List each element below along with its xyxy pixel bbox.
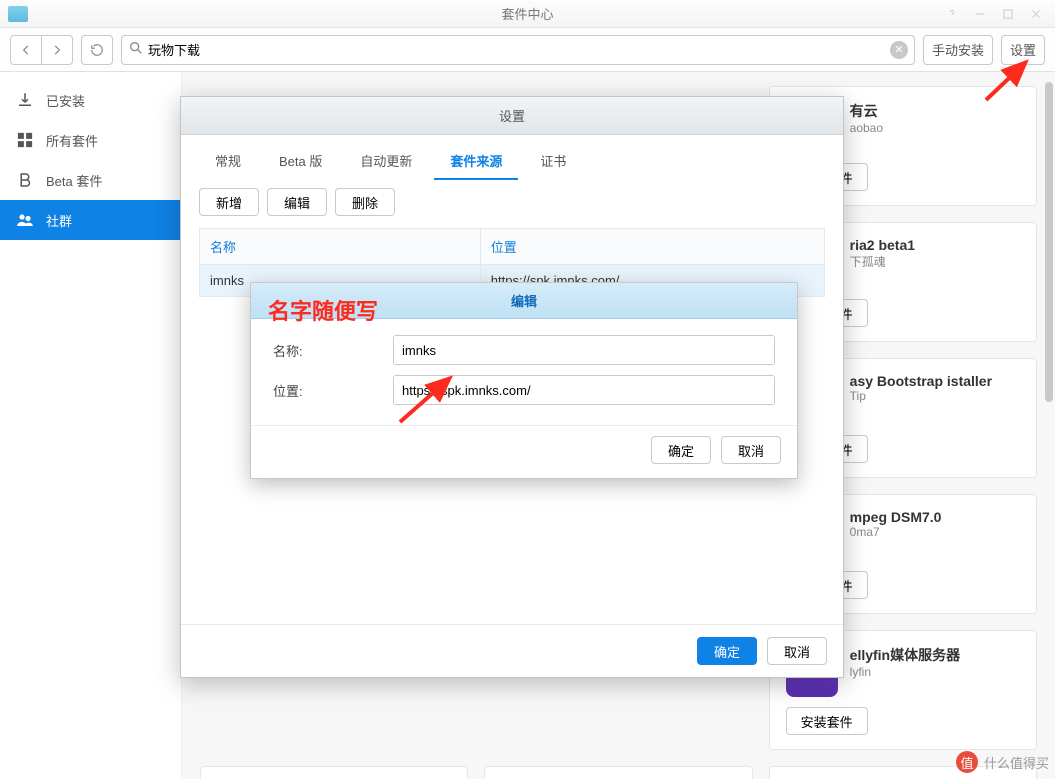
tab-source[interactable]: 套件来源 xyxy=(434,143,518,180)
back-button[interactable] xyxy=(10,35,42,65)
search-input[interactable] xyxy=(148,37,890,63)
sidebar-item-label: 已安装 xyxy=(46,91,85,110)
location-label: 位置: xyxy=(273,381,393,400)
sidebar-item-label: Beta 套件 xyxy=(46,171,102,190)
package-title: mpeg DSM7.0 xyxy=(850,509,942,525)
package-card[interactable]: NPS服务器 cnlh xyxy=(484,766,752,779)
search-icon xyxy=(128,40,148,59)
tab-cert[interactable]: 证书 xyxy=(524,143,582,180)
package-author: 0ma7 xyxy=(850,525,942,539)
package-title: ria2 beta1 xyxy=(850,237,915,253)
watermark-text: 什么值得买 xyxy=(984,753,1049,772)
tab-beta[interactable]: Beta 版 xyxy=(263,143,338,180)
package-card[interactable]: npc客户端 cnlh xyxy=(200,766,468,779)
dialog-tabs: 常规 Beta 版 自动更新 套件来源 证书 xyxy=(181,135,843,180)
package-author: Tip xyxy=(850,389,992,403)
beta-icon xyxy=(16,171,34,189)
delete-button[interactable]: 删除 xyxy=(335,188,395,216)
package-author: 下孤魂 xyxy=(850,253,915,270)
search-box: ✕ xyxy=(121,35,915,65)
cancel-button[interactable]: 取消 xyxy=(721,436,781,464)
scrollbar[interactable] xyxy=(1045,72,1053,779)
sidebar-item-label: 社群 xyxy=(46,211,72,230)
sidebar-item-label: 所有套件 xyxy=(46,131,98,150)
col-header-location[interactable]: 位置 xyxy=(481,229,824,264)
tab-autoupdate[interactable]: 自动更新 xyxy=(344,143,428,180)
clear-search-icon[interactable]: ✕ xyxy=(890,41,908,59)
install-button[interactable]: 安装套件 xyxy=(786,707,868,735)
annotation-text: 名字随便写 xyxy=(268,294,378,326)
grid-icon xyxy=(16,131,34,149)
annotation-arrow-icon xyxy=(980,56,1040,106)
package-title: asy Bootstrap istaller xyxy=(850,373,992,389)
titlebar: 套件中心 xyxy=(0,0,1055,28)
ok-button[interactable]: 确定 xyxy=(651,436,711,464)
edit-button[interactable]: 编辑 xyxy=(267,188,327,216)
refresh-button[interactable] xyxy=(81,35,113,65)
name-input[interactable] xyxy=(393,335,775,365)
sidebar-item-all[interactable]: 所有套件 xyxy=(0,120,181,160)
sidebar-item-community[interactable]: 社群 xyxy=(0,200,181,240)
window-title: 套件中心 xyxy=(0,4,1055,23)
watermark: 值 什么值得买 xyxy=(956,751,1049,773)
tab-general[interactable]: 常规 xyxy=(199,143,257,180)
forward-button[interactable] xyxy=(42,35,73,65)
toolbar: ✕ 手动安装 设置 xyxy=(0,28,1055,72)
sidebar: 已安装 所有套件 Beta 套件 社群 xyxy=(0,72,182,779)
name-label: 名称: xyxy=(273,341,393,360)
package-title: 有云 xyxy=(850,101,883,121)
col-header-name[interactable]: 名称 xyxy=(200,229,481,264)
watermark-icon: 值 xyxy=(956,751,978,773)
ok-button[interactable]: 确定 xyxy=(697,637,757,665)
cancel-button[interactable]: 取消 xyxy=(767,637,827,665)
sidebar-item-installed[interactable]: 已安装 xyxy=(0,80,181,120)
dialog-title: 设置 xyxy=(181,97,843,135)
package-title: ellyfin媒体服务器 xyxy=(850,645,960,665)
annotation-arrow-icon xyxy=(390,372,470,432)
package-author: lyfin xyxy=(850,665,960,679)
package-author: aobao xyxy=(850,121,883,135)
community-icon xyxy=(16,211,34,229)
download-icon xyxy=(16,91,34,109)
add-button[interactable]: 新增 xyxy=(199,188,259,216)
sidebar-item-beta[interactable]: Beta 套件 xyxy=(0,160,181,200)
